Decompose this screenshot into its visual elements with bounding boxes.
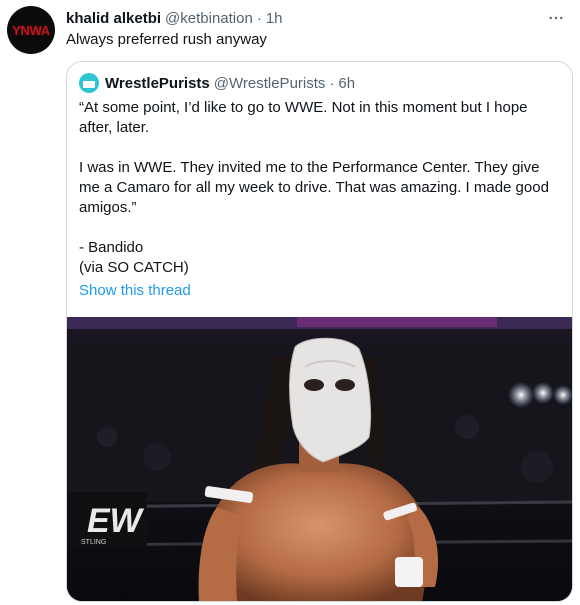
aew-logo-text: EW [87,502,145,540]
quoted-text-source: (via SO CATCH) [79,259,189,276]
tweet-header: khalid alketbi @ketbination · 1h [66,8,283,28]
quoted-tweet-body: “At some point, I’d like to go to WWE. N… [79,98,559,301]
more-horizontal-icon [549,16,563,20]
quoted-text-paragraph: I was in WWE. They invited me to the Per… [79,159,549,216]
quoted-author-avatar[interactable] [79,73,99,93]
quoted-author-display-name[interactable]: WrestlePurists [105,75,210,92]
more-options-button[interactable] [546,8,566,28]
author-handle[interactable]: @ketbination [165,10,253,27]
aew-logo-subtext: STLING [81,539,106,546]
quoted-tweet-timestamp[interactable]: 6h [338,75,355,92]
quoted-meta-separator: · [329,74,335,92]
meta-separator: · [256,9,262,27]
author-avatar[interactable]: YNWA [7,6,55,54]
avatar-logo-text: YNWA [12,22,50,38]
quoted-tweet-header: WrestlePurists @WrestlePurists · 6h [79,73,355,93]
quoted-tweet[interactable]: WrestlePurists @WrestlePurists · 6h “At … [66,61,573,602]
tweet-text: Always preferred rush anyway [66,31,267,48]
quoted-text-paragraph: “At some point, I’d like to go to WWE. N… [79,99,528,136]
author-display-name[interactable]: khalid alketbi [66,10,161,27]
quoted-text-attribution: - Bandido [79,239,144,256]
tweet-timestamp[interactable]: 1h [266,10,283,27]
quoted-media-image[interactable]: EW STLING [67,317,572,601]
quoted-author-handle[interactable]: @WrestlePurists [214,75,326,92]
wrestler-photo: EW STLING [67,317,572,601]
show-thread-link[interactable]: Show this thread [79,281,191,301]
quoted-avatar-logo-icon [83,81,95,88]
